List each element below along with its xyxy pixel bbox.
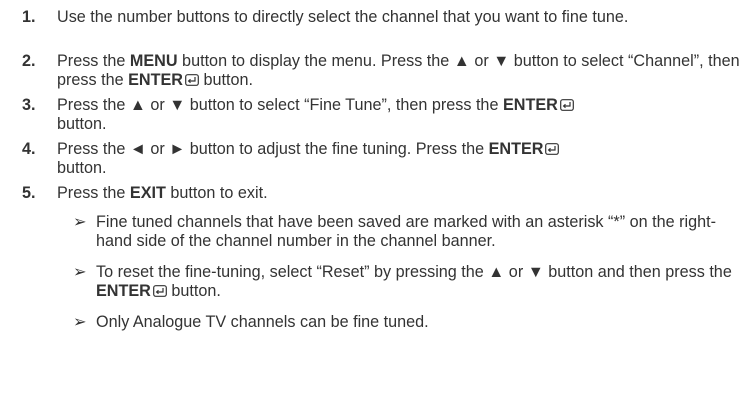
arrow-bullet-icon: ➢ <box>73 313 87 331</box>
step-number: 1. <box>22 8 36 26</box>
menu-button-label: MENU <box>129 52 178 70</box>
enter-button-label: ENTER <box>96 282 151 300</box>
text-run: button. <box>166 282 221 300</box>
step-5: 5. Press the EXIT button to exit. <box>22 184 744 203</box>
note-text: To reset the fine-tuning, select “Reset”… <box>96 263 744 301</box>
text-run: button. <box>57 115 107 133</box>
step-text: Press the ▲ or ▼ button to select “Fine … <box>57 96 744 134</box>
enter-icon <box>152 285 167 297</box>
note-1: ➢ Fine tuned channels that have been sav… <box>73 213 744 251</box>
exit-button-label: EXIT <box>129 184 166 202</box>
enter-button-label: ENTER <box>502 96 558 114</box>
text-run: button. <box>198 71 253 89</box>
step-text: Press the ◄ or ► button to adjust the fi… <box>57 140 744 178</box>
text-run: button to exit. <box>165 184 268 202</box>
enter-icon <box>559 99 574 111</box>
step-text: Use the number buttons to directly selec… <box>57 8 629 26</box>
text-run: Press the <box>57 184 130 202</box>
note-2: ➢ To reset the fine-tuning, select “Rese… <box>73 263 744 301</box>
step-number: 5. <box>22 184 36 202</box>
step-text: Press the EXIT button to exit. <box>57 184 744 203</box>
text-run: Press the <box>57 52 130 70</box>
note-text: Fine tuned channels that have been saved… <box>96 213 716 250</box>
text-run: To reset the fine-tuning, select “Reset”… <box>96 263 732 281</box>
step-4: 4. Press the ◄ or ► button to adjust the… <box>22 140 744 178</box>
text-run: Press the ▲ or ▼ button to select “Fine … <box>57 96 503 114</box>
text-run: Press the ◄ or ► button to adjust the fi… <box>57 140 489 158</box>
arrow-bullet-icon: ➢ <box>73 263 87 281</box>
text-run: button. <box>57 159 107 177</box>
step-number: 2. <box>22 52 36 70</box>
step-2: 2. Press the MENU button to display the … <box>22 52 744 90</box>
arrow-bullet-icon: ➢ <box>73 213 87 231</box>
step-number: 3. <box>22 96 36 114</box>
note-text: Only Analogue TV channels can be fine tu… <box>96 313 429 331</box>
step-1: 1. Use the number buttons to directly se… <box>22 8 744 27</box>
step-3: 3. Press the ▲ or ▼ button to select “Fi… <box>22 96 744 134</box>
enter-icon <box>545 143 560 155</box>
instruction-document: 1. Use the number buttons to directly se… <box>0 0 750 395</box>
enter-button-label: ENTER <box>488 140 544 158</box>
note-3: ➢ Only Analogue TV channels can be fine … <box>73 313 744 332</box>
enter-icon <box>185 74 199 86</box>
step-number: 4. <box>22 140 36 158</box>
enter-button-label: ENTER <box>128 71 183 89</box>
step-text: Press the MENU button to display the men… <box>57 52 744 90</box>
